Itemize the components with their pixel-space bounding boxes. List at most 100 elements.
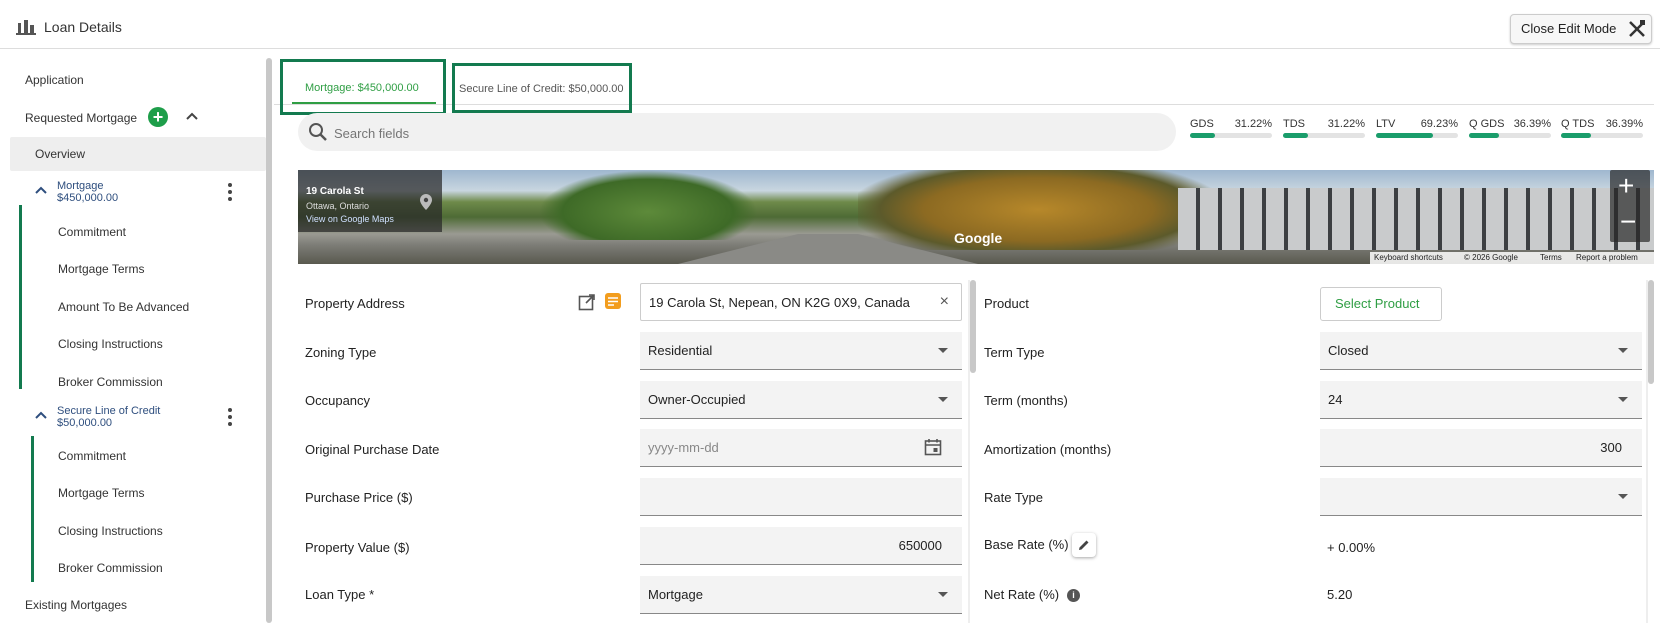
active-tab-underline [292,102,436,104]
dropdown-arrow-icon [1618,494,1628,499]
property-address-field[interactable]: 19 Carola St, Nepean, ON K2G 0X9, Canada… [640,283,962,321]
base-rate-label: Base Rate (%) [984,537,1069,552]
close-edit-mode-button[interactable]: Close Edit Mode [1510,14,1652,44]
loan-type-value: Mortgage [648,587,703,602]
ratio-bar [1283,133,1365,138]
purchase-price-field[interactable] [640,478,962,516]
ratio-name: LTV [1376,118,1396,130]
sidebar-group-loc-title[interactable]: Secure Line of Credit [57,406,160,417]
original-purchase-date-field[interactable]: yyyy-mm-dd [640,429,962,467]
ratio-q-tds: Q TDS 36.39% [1561,118,1643,140]
map-pin-icon[interactable] [420,194,432,210]
tab-loc-label: Secure Line of Credit: $50,000.00 [459,83,624,95]
date-placeholder: yyyy-mm-dd [648,440,719,455]
tools-icon [1629,20,1645,37]
sidebar-item-broker-commission[interactable]: Broker Commission [58,561,163,575]
amortization-field[interactable]: 300 [1320,429,1642,467]
left-panel-scrollbar[interactable] [970,280,976,373]
property-value-value: 650000 [898,538,942,553]
sidebar-item-mortgage-terms[interactable]: Mortgage Terms [58,262,144,276]
tab-mortgage[interactable]: Mortgage: $450,000.00 [280,59,446,115]
rate-type-select[interactable] [1320,478,1642,516]
sidebar-group-loc-amount: $50,000.00 [57,417,113,429]
view-on-google-maps-link[interactable]: View on Google Maps [306,214,394,224]
street-view-address: 19 Carola St [306,186,364,197]
chevron-up-icon[interactable] [185,111,199,121]
select-product-button[interactable]: Select Product [1320,287,1442,321]
map-attribution: Keyboard shortcuts © 2026 Google Terms R… [1370,252,1654,264]
sidebar-item-commitment[interactable]: Commitment [58,225,126,239]
sidebar-item-application[interactable]: Application [25,73,84,87]
sidebar-item-closing-instructions[interactable]: Closing Instructions [58,337,163,351]
dropdown-arrow-icon [1618,397,1628,402]
street-view-city: Ottawa, Ontario [306,201,370,211]
search-icon [309,123,327,141]
sidebar-item-mortgage-terms[interactable]: Mortgage Terms [58,486,144,500]
right-panel-scrollbar[interactable] [1648,280,1654,384]
open-in-new-icon[interactable] [578,293,596,311]
ratio-value: 69.23% [1420,118,1458,130]
occupancy-label: Occupancy [305,393,371,408]
info-icon[interactable]: i [1067,589,1080,602]
zoom-out-icon[interactable]: − [1620,208,1636,236]
group-indicator [31,436,34,582]
sidebar-item-overview-label: Overview [35,147,86,161]
ratio-fill [1190,133,1216,138]
street-view-scenery [858,170,1218,250]
report-problem-link[interactable]: Report a problem [1576,253,1638,262]
term-months-select[interactable]: 24 [1320,381,1642,419]
pencil-icon [1079,540,1089,550]
tab-secure-line-of-credit[interactable]: Secure Line of Credit: $50,000.00 [452,63,632,113]
ratio-value: 36.39% [1605,118,1643,130]
keyboard-shortcuts-link[interactable]: Keyboard shortcuts [1374,253,1443,262]
loan-type-label: Loan Type * [305,587,375,602]
sidebar-item-requested-mortgage[interactable]: Requested Mortgage [25,111,137,125]
chevron-up-icon[interactable] [34,185,48,195]
add-mortgage-icon[interactable]: + [148,107,168,127]
ratio-bar [1376,133,1458,138]
clear-icon[interactable]: × [940,293,949,311]
sidebar-item-existing-mortgages[interactable]: Existing Mortgages [25,598,127,612]
property-value-label: Property Value ($) [305,540,410,555]
zoom-in-icon[interactable]: + [1618,172,1634,200]
top-bar: Loan Details Close Edit Mode [0,0,1660,49]
property-value-field[interactable]: 650000 [640,527,962,565]
street-view-panorama[interactable]: 19 Carola St Ottawa, Ontario View on Goo… [298,170,1654,264]
edit-base-rate-button[interactable] [1072,533,1096,557]
google-logo: Google [954,230,1003,246]
sidebar-item-broker-commission[interactable]: Broker Commission [58,375,163,389]
loan-type-select[interactable]: Mortgage [640,576,962,614]
property-address-label: Property Address [305,296,405,311]
chevron-up-icon[interactable] [34,410,48,420]
ratio-bar [1469,133,1551,138]
sidebar-group-mortgage-amount: $450,000.00 [57,192,119,204]
product-label: Product [984,296,1029,311]
page-title: Loan Details [44,19,122,35]
term-type-select[interactable]: Closed [1320,332,1642,370]
street-view-scenery [1178,188,1654,250]
term-type-value: Closed [1328,343,1369,358]
group-indicator [19,205,22,389]
occupancy-select[interactable]: Owner-Occupied [640,381,962,419]
sidebar-scrollbar[interactable] [266,58,272,623]
ratio-gds: GDS 31.22% [1190,118,1272,140]
sidebar-item-commitment[interactable]: Commitment [58,449,126,463]
calendar-icon[interactable] [924,438,942,456]
more-vert-icon[interactable] [228,183,232,201]
search-input[interactable] [332,122,1136,144]
ratio-value: 31.22% [1234,118,1272,130]
net-rate-label: Net Rate (%) [984,587,1060,602]
sidebar-item-overview[interactable]: Overview [10,137,266,171]
terms-link[interactable]: Terms [1540,253,1562,262]
note-icon[interactable] [604,292,622,310]
zoning-type-select[interactable]: Residential [640,332,962,370]
sidebar-group-mortgage-title[interactable]: Mortgage [57,181,103,192]
more-vert-icon[interactable] [228,408,232,426]
occupancy-value: Owner-Occupied [648,392,746,407]
close-edit-mode-label: Close Edit Mode [1521,21,1617,36]
original-purchase-date-label: Original Purchase Date [305,442,440,457]
sidebar-item-amount-to-be-advanced[interactable]: Amount To Be Advanced [58,300,189,314]
property-address-value: 19 Carola St, Nepean, ON K2G 0X9, Canada [649,295,910,310]
dropdown-arrow-icon [938,397,948,402]
sidebar-item-closing-instructions[interactable]: Closing Instructions [58,524,163,538]
